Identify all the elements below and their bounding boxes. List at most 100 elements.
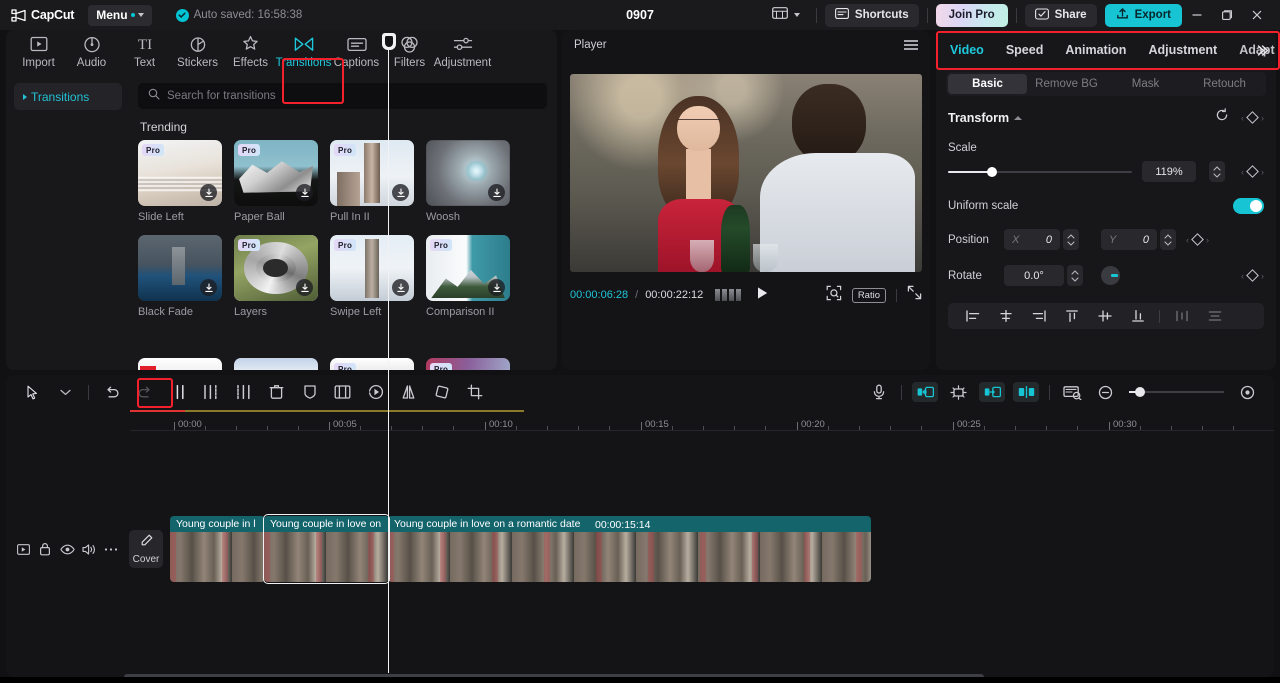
keyframe-prev-icon[interactable]: ‹	[1241, 271, 1244, 281]
tabs-overflow-chevron-icon[interactable]	[1255, 44, 1268, 57]
nav-tab-transitions[interactable]: Transitions	[276, 30, 331, 69]
timeline-clip[interactable]: Young couple in l	[170, 516, 265, 582]
transition-thumbnail[interactable]: Pro	[330, 140, 414, 206]
transition-thumbnail[interactable]: Pro	[330, 358, 414, 370]
position-y-input[interactable]: Y 0	[1101, 229, 1157, 250]
microphone-icon[interactable]	[862, 379, 895, 405]
download-icon[interactable]	[296, 279, 313, 296]
align-center-horizontal-icon[interactable]	[989, 303, 1022, 329]
collapse-chevron-icon[interactable]	[1014, 115, 1023, 120]
keyboard-layout-selector[interactable]	[764, 6, 808, 24]
more-icon[interactable]	[100, 538, 122, 560]
transition-thumbnail[interactable]	[138, 358, 222, 370]
close-icon[interactable]	[1242, 0, 1272, 30]
shield-icon[interactable]	[293, 379, 326, 405]
transition-item[interactable]: Pro Comparison II	[426, 235, 510, 318]
trim-right-icon[interactable]	[227, 379, 260, 405]
tab-video[interactable]: Video	[950, 43, 984, 57]
rotate-dial[interactable]	[1101, 266, 1120, 285]
download-icon[interactable]	[296, 184, 313, 201]
zoom-in-icon[interactable]	[1231, 379, 1264, 405]
hamburger-menu-icon[interactable]	[904, 40, 918, 50]
nav-tab-adjustment[interactable]: Adjustment	[434, 30, 491, 69]
transition-thumbnail[interactable]: Pro	[330, 235, 414, 301]
align-right-icon[interactable]	[1022, 303, 1055, 329]
position-y-stepper[interactable]	[1160, 229, 1176, 250]
volume-icon[interactable]	[78, 538, 100, 560]
keyframe-next-icon[interactable]: ›	[1261, 271, 1264, 281]
reset-icon[interactable]	[1215, 108, 1229, 127]
join-pro-button[interactable]: Join Pro	[935, 3, 1008, 27]
keyframe-next-icon[interactable]: ›	[1206, 235, 1209, 245]
fullscreen-icon[interactable]	[907, 285, 922, 305]
transition-item[interactable]: Pro Slide Left	[138, 140, 222, 223]
subtab-remove-bg[interactable]: Remove BG	[1027, 74, 1106, 94]
transition-thumbnail[interactable]: Pro	[138, 140, 222, 206]
scale-slider[interactable]	[948, 166, 1132, 177]
playhead[interactable]	[381, 33, 396, 673]
delete-icon[interactable]	[260, 379, 293, 405]
subtab-mask[interactable]: Mask	[1106, 74, 1185, 94]
lock-icon[interactable]	[34, 538, 56, 560]
scale-keyframe-control[interactable]: ‹ ›	[1241, 165, 1264, 178]
transition-item[interactable]: Woosh	[426, 140, 510, 223]
distribute-horizontal-icon[interactable]	[1165, 303, 1198, 329]
position-x-input[interactable]: X 0	[1004, 229, 1060, 250]
undo-icon[interactable]	[95, 379, 128, 405]
zoom-out-icon[interactable]	[1089, 379, 1122, 405]
nav-tab-stickers[interactable]: Stickers	[171, 30, 224, 69]
position-x-stepper[interactable]	[1063, 229, 1079, 250]
tab-speed[interactable]: Speed	[1006, 43, 1044, 57]
distribute-vertical-icon[interactable]	[1198, 303, 1231, 329]
tab-animation[interactable]: Animation	[1065, 43, 1126, 57]
keyframe-next-icon[interactable]: ›	[1261, 167, 1264, 177]
keyframe-control[interactable]: ‹ ›	[1241, 111, 1264, 124]
align-left-icon[interactable]	[956, 303, 989, 329]
nav-tab-import[interactable]: Import	[12, 30, 65, 69]
transition-item[interactable]: Pro Paper Ball	[234, 140, 318, 223]
shortcuts-button[interactable]: Shortcuts	[824, 3, 919, 27]
download-icon[interactable]	[200, 279, 217, 296]
nav-tab-text[interactable]: TI Text	[118, 30, 171, 69]
keyframe-diamond-icon[interactable]	[1246, 269, 1259, 282]
nav-tab-effects[interactable]: Effects	[224, 30, 277, 69]
align-bottom-icon[interactable]	[1121, 303, 1154, 329]
cover-button[interactable]: Cover	[129, 530, 163, 568]
search-input[interactable]: Search for transitions	[138, 83, 547, 109]
magnet-snap-icon[interactable]	[942, 379, 975, 405]
sidebar-item-transitions[interactable]: Transitions	[14, 83, 122, 110]
zoom-slider-knob[interactable]	[1135, 387, 1145, 397]
slider-knob[interactable]	[987, 166, 998, 177]
play-icon[interactable]	[756, 286, 769, 305]
uniform-scale-toggle[interactable]	[1233, 198, 1264, 214]
subtab-basic[interactable]: Basic	[948, 74, 1027, 94]
select-arrow-icon[interactable]	[16, 379, 49, 405]
export-button[interactable]: Export	[1104, 3, 1182, 27]
timeline-ruler[interactable]: 00:00 00:05 00:10 00:15 00:20 00:25 00:3…	[130, 409, 1274, 431]
rotate-keyframe-control[interactable]: ‹ ›	[1241, 269, 1264, 282]
toolbar-chevron-down-icon[interactable]	[49, 379, 82, 405]
mirror-icon[interactable]	[392, 379, 425, 405]
scale-stepper[interactable]	[1209, 161, 1225, 182]
transition-thumbnail[interactable]: Pro	[234, 235, 318, 301]
align-center-vertical-icon[interactable]	[1088, 303, 1121, 329]
playhead-handle[interactable]	[381, 33, 396, 50]
split-view-icon[interactable]	[1013, 382, 1039, 402]
download-icon[interactable]	[392, 184, 409, 201]
transition-thumbnail[interactable]	[234, 358, 318, 370]
download-icon[interactable]	[392, 279, 409, 296]
transition-item[interactable]: Pro Swipe Left	[330, 235, 414, 318]
rotate-icon[interactable]	[425, 379, 458, 405]
rotate-value-input[interactable]: 0.0°	[1004, 265, 1064, 286]
zoom-slider[interactable]	[1129, 387, 1224, 397]
keyframe-diamond-icon[interactable]	[1246, 111, 1259, 124]
link-icon[interactable]	[979, 382, 1005, 402]
nav-tab-audio[interactable]: Audio	[65, 30, 118, 69]
download-icon[interactable]	[200, 184, 217, 201]
keyframe-diamond-icon[interactable]	[1191, 233, 1204, 246]
crop-frame-icon[interactable]	[326, 379, 359, 405]
transition-item[interactable]: Black Fade	[138, 235, 222, 318]
menu-button[interactable]: Menu	[88, 4, 152, 26]
crop-icon[interactable]	[458, 379, 491, 405]
share-button[interactable]: Share	[1024, 3, 1097, 27]
